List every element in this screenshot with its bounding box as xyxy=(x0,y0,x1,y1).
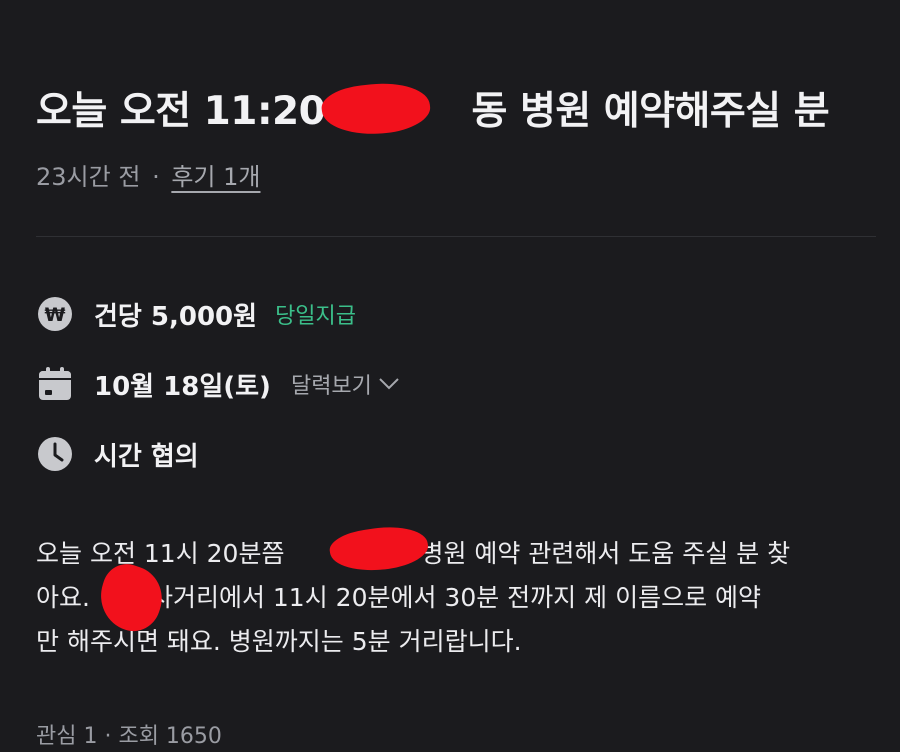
post-stats: 관심 1 · 조회 1650 xyxy=(36,724,222,749)
date-text: 10월 18일(토) xyxy=(94,371,271,402)
description-line-1: 오늘 오전 11시 20분쯤 병원 예약 관련해서 도움 주실 분 찾 xyxy=(36,532,886,576)
description-text: 사거리에서 11시 20분에서 30분 전까지 제 이름으로 예약 xyxy=(149,583,762,612)
same-day-pay-badge: 당일지급 xyxy=(275,304,357,329)
view-calendar-link[interactable]: 달력보기 xyxy=(291,368,400,400)
post-description: 오늘 오전 11시 20분쯤 병원 예약 관련해서 도움 주실 분 찾 아요. 사거… xyxy=(36,532,886,664)
description-text: 병원 예약 관련해서 도움 주실 분 찾 xyxy=(420,539,791,568)
description-line-3: 만 해주시면 돼요. 병원까지는 5분 거리랍니다. xyxy=(36,627,522,656)
pay-row: ₩ 건당 5,000원 당일지급 xyxy=(36,294,356,334)
view-calendar-label: 달력보기 xyxy=(290,374,372,399)
chevron-down-icon xyxy=(379,378,399,390)
time-text: 시간 협의 xyxy=(94,441,199,472)
won-coin-icon: ₩ xyxy=(36,295,74,333)
time-row: 시간 협의 xyxy=(36,434,199,474)
description-line-2: 아요. 사거리에서 11시 20분에서 30분 전까지 제 이름으로 예약 xyxy=(36,576,886,620)
time-ago: 23시간 전 xyxy=(36,163,141,191)
post-detail-page: 오늘 오전 11:20 동 병원 예약해주실 분 23시간 전 · 후기 1개 … xyxy=(0,0,900,752)
title-part-1: 오늘 오전 11:20 xyxy=(36,89,326,134)
divider xyxy=(36,236,876,237)
date-row: 10월 18일(토) 달력보기 xyxy=(36,364,400,404)
description-text: 아요. xyxy=(36,583,90,612)
meta-separator: · xyxy=(152,163,160,191)
description-text: 오늘 오전 11시 20분쯤 xyxy=(36,539,285,568)
clock-icon xyxy=(36,435,74,473)
page-title: 오늘 오전 11:20 동 병원 예약해주실 분 xyxy=(36,80,830,136)
review-link[interactable]: 후기 1개 xyxy=(171,163,260,191)
post-meta: 23시간 전 · 후기 1개 xyxy=(36,157,260,192)
svg-text:₩: ₩ xyxy=(45,304,66,326)
calendar-icon xyxy=(36,365,74,403)
title-part-2: 동 병원 예약해주실 분 xyxy=(471,89,830,134)
pay-amount: 건당 5,000원 xyxy=(94,301,258,332)
